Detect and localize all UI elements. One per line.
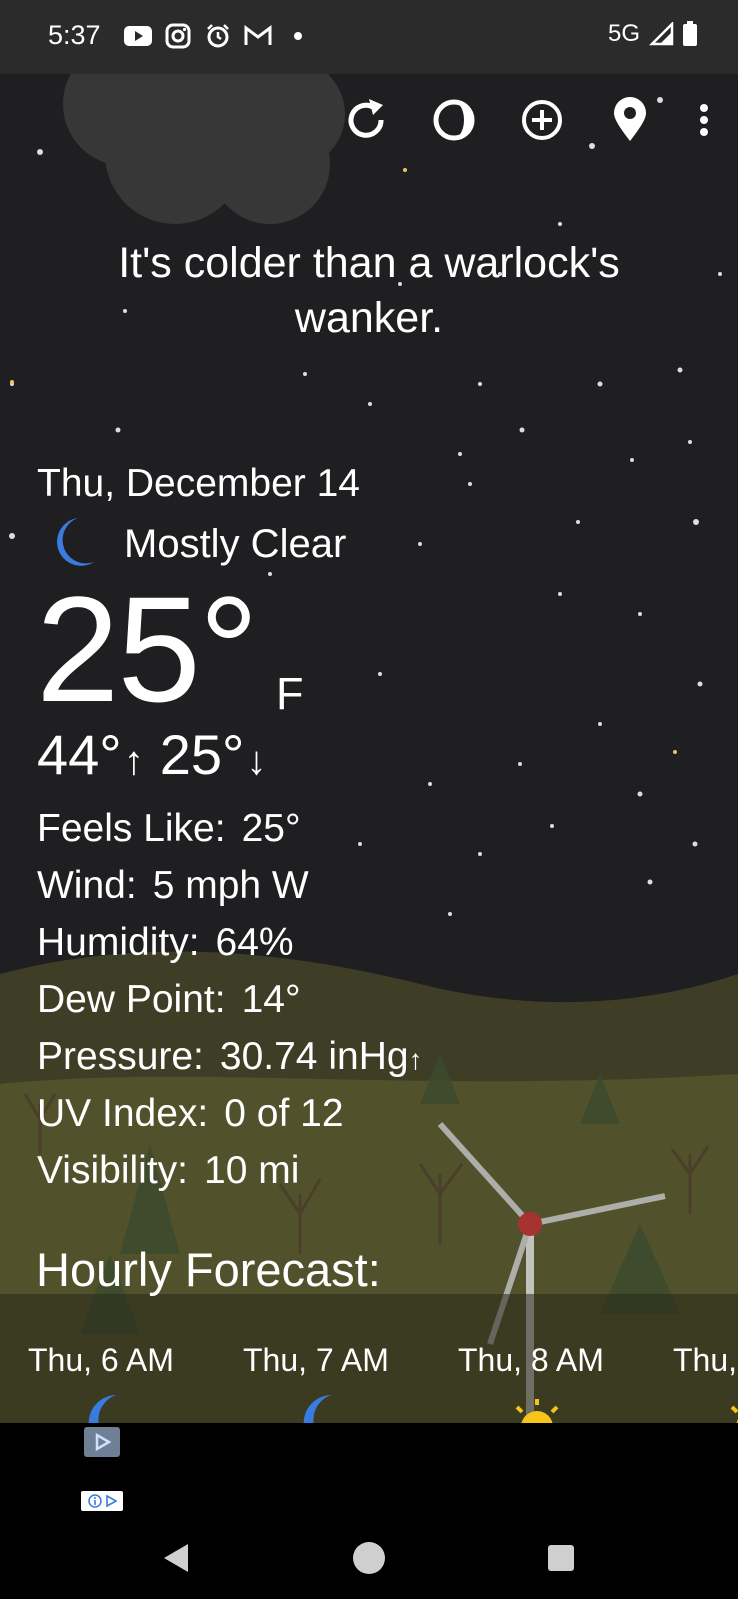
condition-text: Mostly Clear [124, 522, 347, 566]
hourly-item[interactable]: Thu, [673, 1342, 738, 1423]
refresh-icon[interactable] [342, 96, 390, 144]
stat-wind: Wind: 5 mph W [37, 864, 309, 907]
weather-scene: It's colder than a warlock's wanker. Thu… [0, 74, 738, 1423]
more-vert-icon[interactable] [694, 96, 714, 144]
weather-quip: It's colder than a warlock's wanker. [118, 239, 620, 342]
ad-banner[interactable] [0, 1423, 738, 1515]
stat-visibility: Visibility: 10 mi [37, 1149, 300, 1192]
stat-uv-index: UV Index: 0 of 12 [37, 1092, 344, 1135]
hourly-forecast[interactable]: Thu, 6 AM Thu, 7 AM Thu, 8 AM Thu, [28, 1342, 738, 1423]
navigation-bar [0, 1515, 738, 1599]
location-pin-icon[interactable] [606, 96, 654, 144]
dot-icon [284, 22, 312, 50]
recents-button[interactable] [538, 1535, 584, 1581]
hourly-item[interactable]: Thu, 7 AM [243, 1342, 458, 1423]
high-low: 44° ↑ 25° ↓ [37, 722, 280, 787]
status-bar: 5:37 5G [0, 0, 738, 74]
toolbar [342, 96, 714, 144]
stats-list: Feels Like: 25° Wind: 5 mph W Humidity: 64%… [37, 800, 423, 1199]
high-temp: 44° [37, 723, 122, 786]
status-right: 5G [608, 20, 698, 48]
hourly-title: Hourly Forecast: [36, 1243, 381, 1296]
hourly-item[interactable]: Thu, 6 AM [28, 1342, 243, 1423]
moon-icon [80, 1393, 243, 1423]
stat-feels-like: Feels Like: 25° [37, 807, 301, 850]
stat-dew-point: Dew Point: 14° [37, 978, 301, 1021]
moon-icon [295, 1393, 458, 1423]
gmail-icon [244, 22, 272, 50]
hourly-item[interactable]: Thu, 8 AM [458, 1342, 673, 1423]
signal-icon [648, 22, 674, 46]
alarm-icon [204, 22, 232, 50]
instagram-icon [164, 22, 192, 50]
back-button[interactable] [154, 1535, 200, 1581]
theme-icon[interactable] [430, 96, 478, 144]
ad-play-icon[interactable] [84, 1427, 120, 1457]
arrow-down-icon: ↓ [246, 739, 267, 783]
current-temperature: 25° [36, 565, 259, 733]
arrow-up-icon: ↑ [123, 739, 144, 783]
add-location-icon[interactable] [518, 96, 566, 144]
network-label: 5G [607, 20, 640, 47]
low-temp: 25° [159, 723, 245, 786]
home-button[interactable] [346, 1535, 392, 1581]
arrow-up-icon: ↑ [408, 1044, 423, 1075]
current-date: Thu, December 14 [37, 462, 360, 505]
sun-icon [717, 1385, 738, 1423]
temperature-unit: F [276, 668, 304, 719]
battery-icon [683, 21, 697, 46]
ad-choices-icon[interactable] [81, 1491, 123, 1511]
stat-pressure: Pressure: 30.74 inHg↑ [37, 1035, 423, 1078]
stat-humidity: Humidity: 64% [37, 921, 294, 964]
youtube-icon [124, 22, 152, 50]
sun-icon [502, 1385, 673, 1423]
status-time: 5:37 [48, 20, 101, 50]
notification-icons [124, 22, 312, 50]
